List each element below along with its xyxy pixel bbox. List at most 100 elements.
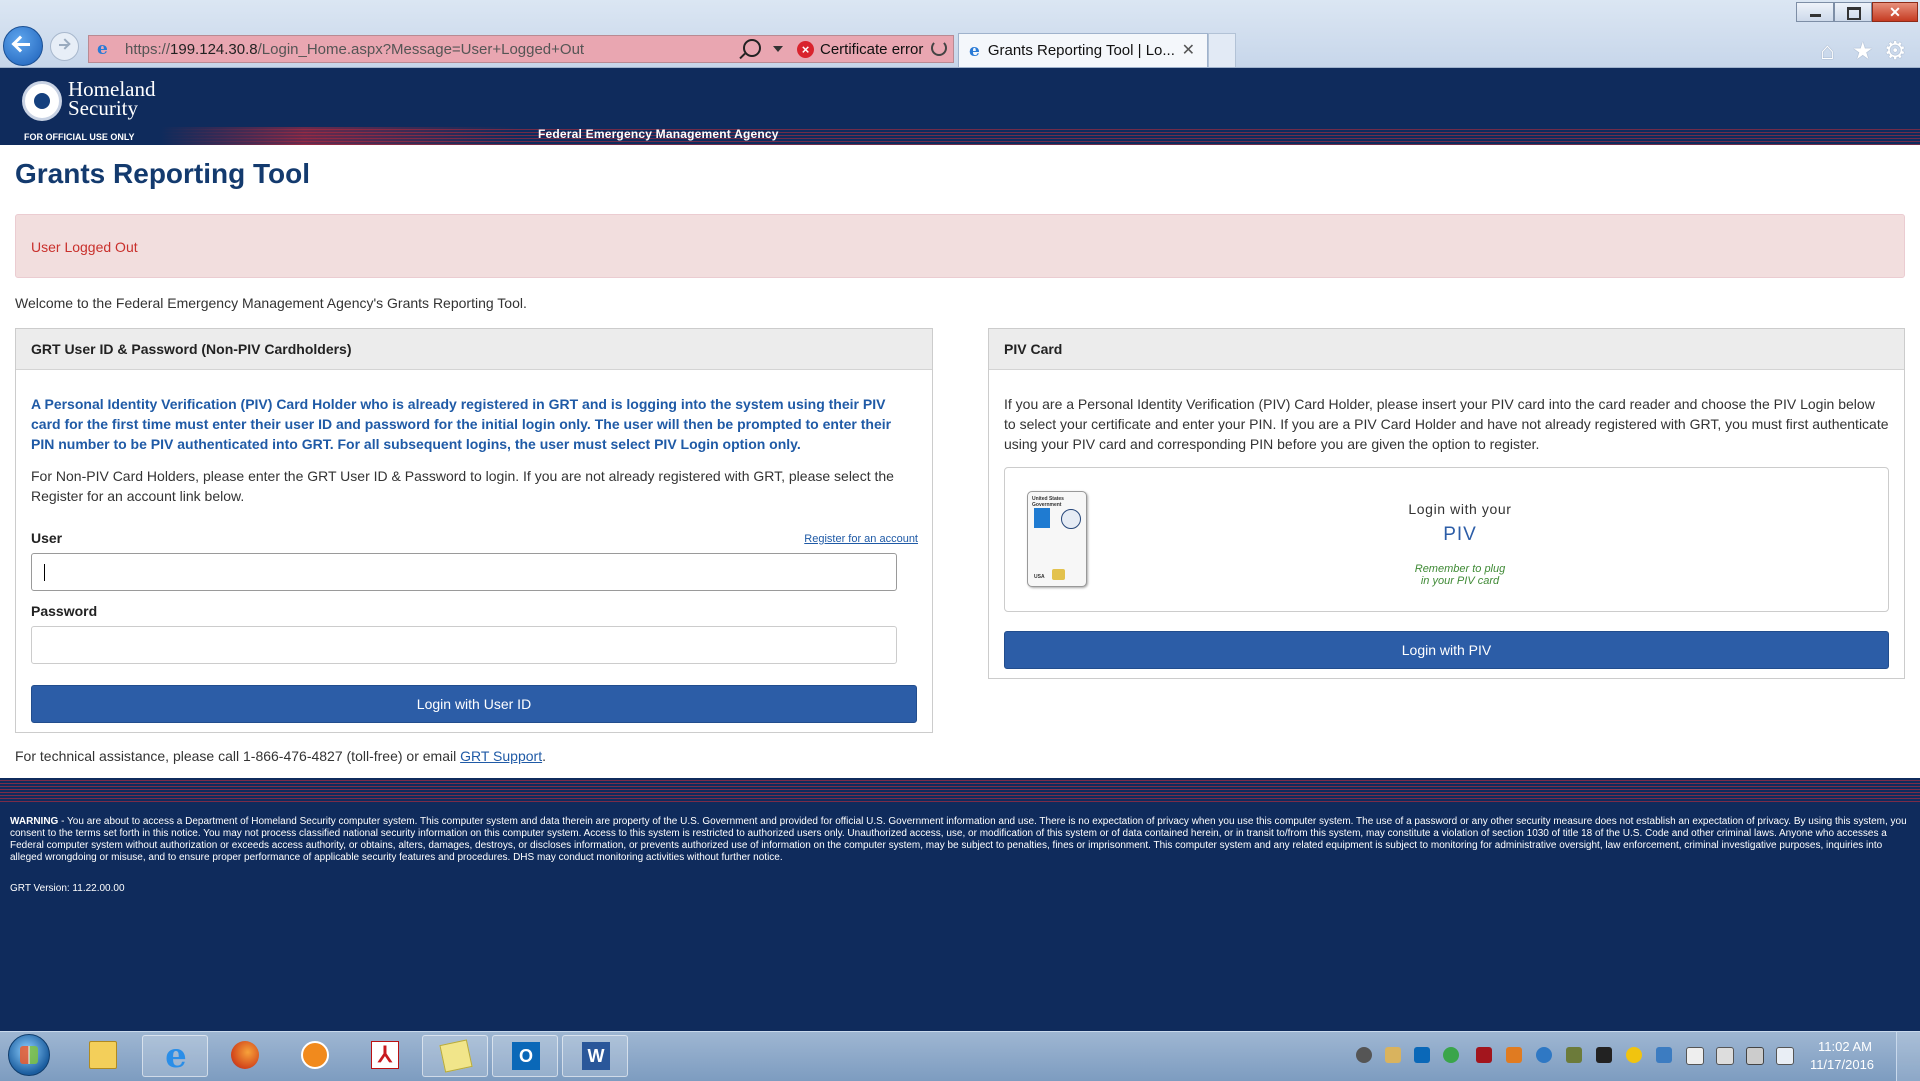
password-input[interactable] (31, 626, 897, 664)
certificate-error-icon[interactable]: × (797, 41, 814, 58)
media-player-icon (301, 1041, 329, 1069)
taskbar-internet-explorer[interactable]: e (142, 1035, 208, 1077)
tray-sync-icon[interactable] (1356, 1047, 1372, 1063)
tray-update-icon[interactable] (1626, 1047, 1642, 1063)
taskbar-media-player[interactable] (282, 1035, 348, 1077)
piv-reminder: Remember to plug in your PIV card (1414, 563, 1506, 587)
start-button[interactable] (8, 1034, 50, 1076)
login-with-user-id-button[interactable]: Login with User ID (31, 685, 917, 723)
user-id-login-panel: GRT User ID & Password (Non-PIV Cardhold… (15, 328, 933, 733)
card-seal-icon (1061, 509, 1081, 529)
internet-explorer-icon: e (165, 1036, 187, 1076)
logout-alert: User Logged Out (15, 214, 1905, 278)
favorites-star-icon[interactable]: ★ (1852, 37, 1874, 66)
official-use-label: FOR OFFICIAL USE ONLY (24, 132, 135, 142)
agency-name-line2: Security (68, 96, 138, 120)
tray-volume-icon[interactable] (1776, 1047, 1794, 1065)
clock-date[interactable]: 11/17/2016 (1802, 1057, 1882, 1072)
tray-network-icon[interactable] (1746, 1047, 1764, 1065)
ie-page-icon: e (97, 39, 108, 59)
dhs-seal-logo (22, 81, 62, 121)
welcome-text: Welcome to the Federal Emergency Managem… (15, 295, 527, 311)
tech-assistance-text: For technical assistance, please call 1-… (15, 748, 546, 764)
text-caret (44, 564, 45, 581)
piv-login-caption-emphasis: PIV (1443, 524, 1477, 545)
chevron-down-icon[interactable] (773, 46, 783, 52)
footer-stripes (0, 778, 1920, 802)
security-warning: WARNING - You are about to access a Depa… (10, 816, 1910, 864)
forward-button[interactable] (50, 32, 79, 61)
url-text[interactable]: https://199.124.30.8/Login_Home.aspx?Mes… (125, 41, 584, 58)
address-bar[interactable]: e https://199.124.30.8/Login_Home.aspx?M… (88, 35, 954, 63)
restore-window-button[interactable] (1834, 2, 1872, 22)
sticky-notes-icon (439, 1039, 473, 1073)
tray-outlook-icon[interactable] (1414, 1047, 1430, 1063)
back-button[interactable] (3, 26, 43, 66)
tray-device-icon[interactable] (1716, 1047, 1734, 1065)
search-icon[interactable] (743, 39, 761, 57)
show-desktop-button[interactable] (1896, 1032, 1920, 1081)
piv-card-box: United States Government USA Login with … (1004, 467, 1889, 612)
page-title: Grants Reporting Tool (15, 158, 311, 189)
tray-network-globe-icon[interactable] (1536, 1047, 1552, 1063)
piv-description: If you are a Personal Identity Verificat… (1004, 396, 1889, 452)
card-header-text: United States Government (1032, 496, 1064, 508)
register-link[interactable]: Register for an account (804, 533, 918, 545)
taskbar-firefox[interactable] (212, 1035, 278, 1077)
tray-cursor-icon[interactable] (1596, 1047, 1612, 1063)
new-tab-button[interactable] (1208, 33, 1236, 67)
card-country-text: USA (1034, 574, 1045, 580)
non-piv-instructions: For Non-PIV Card Holders, please enter t… (31, 468, 894, 504)
minimize-window-button[interactable] (1796, 2, 1834, 22)
login-with-piv-button[interactable]: Login with PIV (1004, 631, 1889, 669)
close-window-button[interactable]: ✕ (1872, 2, 1918, 22)
site-header: Homeland Security FOR OFFICIAL USE ONLY … (0, 68, 1920, 145)
taskbar-explorer[interactable] (70, 1035, 136, 1077)
tray-tools-icon[interactable] (1506, 1047, 1522, 1063)
warning-label: WARNING (10, 816, 59, 827)
panel-heading: GRT User ID & Password (Non-PIV Cardhold… (16, 329, 932, 370)
piv-login-caption: Login with your (1408, 501, 1512, 517)
browser-chrome: ✕ e https://199.124.30.8/Login_Home.aspx… (0, 0, 1920, 68)
piv-notice: A Personal Identity Verification (PIV) C… (31, 396, 892, 452)
windows-taskbar: e ⅄ O W 11:02 AM 11/17/2016 (0, 1031, 1920, 1081)
certificate-error-label[interactable]: Certificate error (820, 41, 923, 58)
folder-icon (89, 1041, 117, 1069)
piv-card-image: United States Government USA (1027, 491, 1087, 587)
tech-assistance-prefix: For technical assistance, please call 1-… (15, 748, 461, 764)
url-host: 199.124.30.8 (170, 40, 258, 58)
tech-assistance-suffix: . (542, 748, 546, 764)
clock-time[interactable]: 11:02 AM (1810, 1039, 1880, 1054)
url-path: /Login_Home.aspx?Message=User+Logged+Out (257, 40, 585, 58)
outlook-icon: O (512, 1042, 540, 1070)
warning-text: - You are about to access a Department o… (10, 816, 1907, 863)
taskbar-outlook[interactable]: O (492, 1035, 558, 1077)
version-label: GRT Version: 11.22.00.00 (10, 883, 125, 894)
browser-tab-active[interactable]: e Grants Reporting Tool | Lo... ✕ (958, 33, 1208, 67)
ie-tab-icon: e (969, 40, 980, 61)
refresh-icon[interactable] (931, 40, 947, 56)
user-id-input[interactable] (31, 553, 897, 591)
piv-login-panel: PIV Card If you are a Personal Identity … (988, 328, 1905, 679)
gear-icon[interactable]: ⚙ (1884, 36, 1906, 66)
close-tab-icon[interactable]: ✕ (1182, 40, 1195, 60)
url-scheme: https:// (125, 40, 171, 58)
grt-support-link[interactable]: GRT Support (460, 748, 542, 764)
word-icon: W (582, 1042, 610, 1070)
tray-mail-icon[interactable] (1385, 1047, 1401, 1063)
taskbar-word[interactable]: W (562, 1035, 628, 1077)
password-label: Password (31, 603, 98, 619)
tray-security-shield-icon[interactable] (1476, 1047, 1492, 1063)
tray-monitor-icon[interactable] (1686, 1047, 1704, 1065)
sub-agency-label: Federal Emergency Management Agency (538, 127, 779, 141)
panel-heading: PIV Card (989, 329, 1904, 370)
taskbar-sticky-notes[interactable] (422, 1035, 488, 1077)
alert-message: User Logged Out (31, 239, 138, 255)
agency-logo-text: Homeland Security (68, 79, 155, 120)
user-label: User (31, 530, 63, 546)
home-icon[interactable]: ⌂ (1820, 38, 1835, 66)
tray-app-icon[interactable] (1566, 1047, 1582, 1063)
tray-status-icon[interactable] (1443, 1047, 1459, 1063)
tray-display-icon[interactable] (1656, 1047, 1672, 1063)
taskbar-acrobat[interactable]: ⅄ (352, 1035, 418, 1077)
